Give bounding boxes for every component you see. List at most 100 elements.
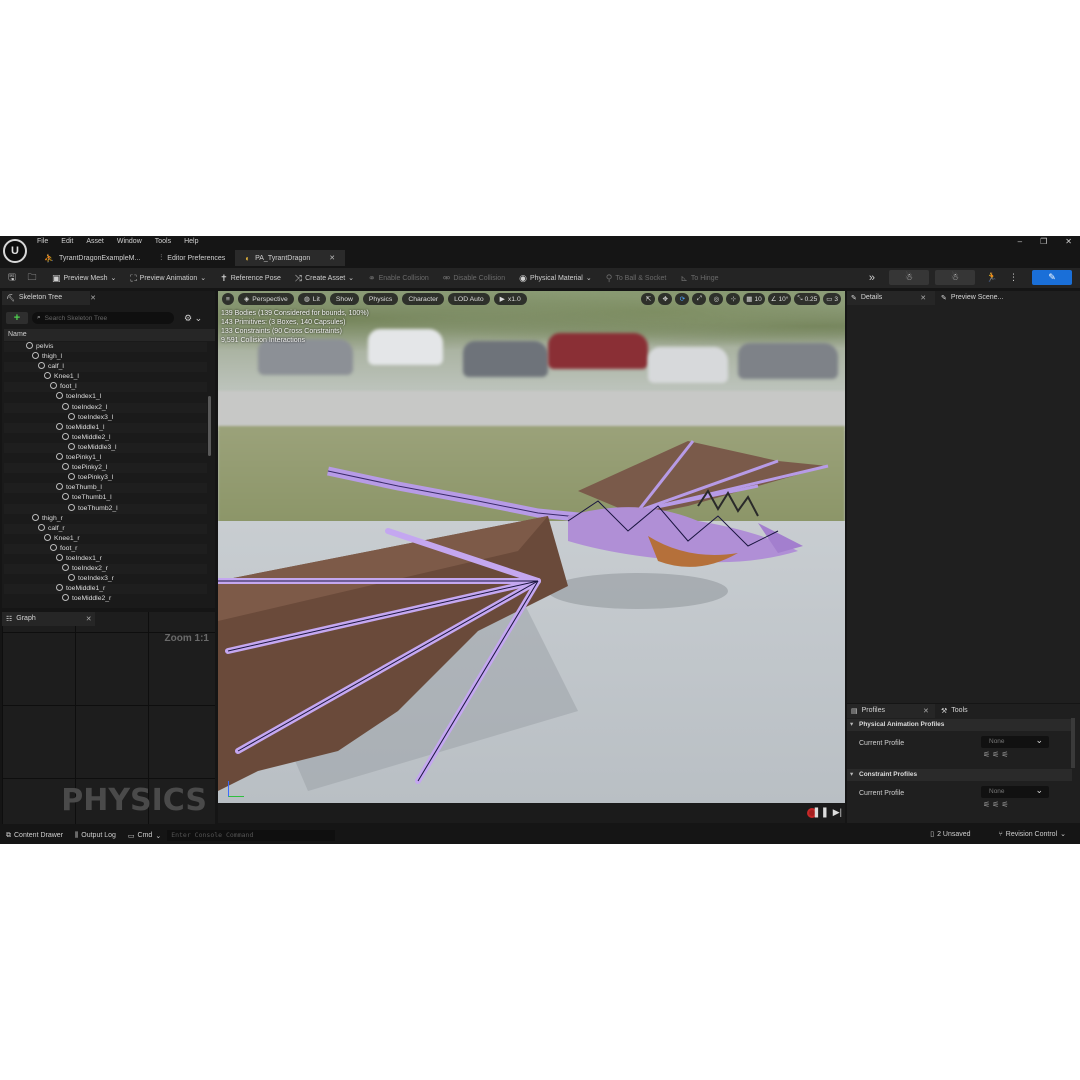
close-panel-icon[interactable]: ✕ bbox=[923, 707, 929, 715]
profile-action-icons[interactable]: ⚟⚟⚟ bbox=[983, 750, 1011, 759]
close-panel-icon[interactable]: ✕ bbox=[86, 615, 92, 623]
scale-icon[interactable]: ⤢ bbox=[692, 293, 707, 305]
console-input[interactable]: Enter Console Command bbox=[167, 830, 336, 841]
to-hinge-button[interactable]: ⊾ To Hinge bbox=[680, 273, 718, 284]
tree-row[interactable]: Knee1_l bbox=[4, 372, 207, 382]
physical-material-button[interactable]: ◉ Physical Material ⌄ bbox=[519, 273, 592, 284]
skeleton-mode-button[interactable]: ☃ bbox=[889, 270, 929, 285]
tree-row[interactable]: toePinky2_l bbox=[4, 463, 207, 474]
gear-icon[interactable]: ⚙ ⌄ bbox=[184, 313, 202, 324]
tree-row[interactable]: toeIndex3_l bbox=[4, 412, 207, 423]
grid-snap-button[interactable]: ▦ 10 bbox=[743, 293, 765, 305]
tree-row[interactable]: thigh_l bbox=[4, 352, 207, 362]
tree-row[interactable]: toeIndex1_l bbox=[4, 392, 207, 402]
tree-row[interactable]: toeMiddle2_l bbox=[4, 432, 207, 443]
dragon-mesh[interactable] bbox=[218, 291, 845, 803]
graph-tab[interactable]: ☷ Graph ✕ bbox=[2, 612, 96, 625]
reference-pose-button[interactable]: ✝ Reference Pose bbox=[220, 273, 281, 284]
pause-icon[interactable]: ❚❚ bbox=[812, 807, 829, 818]
tree-row[interactable]: toeThumb1_l bbox=[4, 493, 207, 503]
tree-row[interactable]: calf_l bbox=[4, 362, 207, 373]
output-log-button[interactable]: ⫼ Output Log bbox=[75, 832, 116, 840]
tree-row[interactable]: toeMiddle3_l bbox=[4, 442, 207, 454]
tree-row[interactable]: toeIndex2_l bbox=[4, 402, 207, 413]
perspective-button[interactable]: ◈ Perspective bbox=[238, 293, 294, 305]
doc-tab-tyrant-dragon-example[interactable]: ⛹ TyrantDragonExampleM... bbox=[34, 250, 150, 266]
tree-row[interactable]: Knee1_r bbox=[4, 533, 207, 544]
menu-window[interactable]: Window bbox=[117, 238, 142, 245]
tools-tab[interactable]: ⚒ Tools bbox=[937, 704, 972, 717]
profiles-tab[interactable]: ▤ Profiles ✕ bbox=[847, 704, 933, 717]
animation-mode-button[interactable]: 🏃 bbox=[981, 270, 1003, 285]
preview-animation-button[interactable]: ⛶ Preview Animation ⌄ bbox=[130, 273, 206, 284]
tree-row[interactable]: foot_r bbox=[4, 543, 207, 554]
add-socket-button[interactable]: + bbox=[6, 312, 28, 324]
minimize-icon[interactable]: – bbox=[1018, 237, 1022, 246]
physical-animation-profile-dropdown[interactable]: None bbox=[981, 734, 1049, 748]
graph-panel[interactable]: ☷ Graph ✕ Zoom 1:1 PHYSICS bbox=[2, 612, 215, 824]
lod-button[interactable]: LOD Auto bbox=[448, 293, 490, 305]
constraint-profile-dropdown[interactable]: None bbox=[981, 784, 1049, 798]
rotate-icon[interactable]: ⟳ bbox=[675, 293, 690, 305]
translate-icon[interactable]: ✥ bbox=[658, 293, 673, 305]
profiles-scrollbar[interactable] bbox=[1071, 718, 1075, 768]
menu-asset[interactable]: Asset bbox=[86, 238, 104, 245]
menu-help[interactable]: Help bbox=[184, 238, 198, 245]
tree-row[interactable]: calf_r bbox=[4, 523, 207, 534]
lit-button[interactable]: ◍ Lit bbox=[297, 293, 326, 305]
tree-row[interactable]: foot_l bbox=[4, 382, 207, 393]
tree-row[interactable]: toeMiddle1_l bbox=[4, 422, 207, 433]
preview-scene-tab[interactable]: ✎ Preview Scene... bbox=[937, 291, 1007, 304]
step-forward-icon[interactable]: ▶| bbox=[833, 807, 842, 818]
preview-mesh-button[interactable]: ▣ Preview Mesh ⌄ bbox=[52, 273, 116, 284]
menu-file[interactable]: File bbox=[37, 238, 48, 245]
tree-scrollbar[interactable] bbox=[208, 396, 211, 456]
scale-snap-button[interactable]: ⤡ 0.25 bbox=[794, 293, 821, 305]
details-tab[interactable]: ✎ Details ✕ bbox=[847, 291, 930, 304]
mesh-mode-button[interactable]: ☃ bbox=[935, 270, 975, 285]
disable-collision-button[interactable]: ⚮ Disable Collision bbox=[443, 273, 505, 284]
tree-row[interactable]: toeIndex3_r bbox=[4, 574, 207, 584]
cmd-button[interactable]: ▭ Cmd ⌄ bbox=[128, 832, 161, 840]
profile-action-icons[interactable]: ⚟⚟⚟ bbox=[983, 800, 1011, 809]
constraint-profiles-section[interactable]: Constraint Profiles bbox=[847, 769, 1072, 781]
menu-tools[interactable]: Tools bbox=[155, 238, 171, 245]
skeleton-tree-tab[interactable]: ⛏ Skeleton Tree ✕ bbox=[2, 291, 100, 304]
show-button[interactable]: Show bbox=[329, 293, 359, 305]
maximize-icon[interactable]: ❐ bbox=[1040, 237, 1047, 246]
create-asset-button[interactable]: ⤨ Create Asset ⌄ bbox=[295, 273, 354, 284]
tree-row[interactable]: toePinky3_l bbox=[4, 473, 207, 483]
viewport-options-button[interactable]: ≡ bbox=[222, 293, 234, 305]
camera-speed-button[interactable]: ▭ 3 bbox=[823, 293, 841, 305]
world-local-icon[interactable]: ◎ bbox=[709, 293, 724, 305]
tree-row[interactable]: toeIndex1_r bbox=[4, 553, 207, 564]
tree-row[interactable]: toePinky1_l bbox=[4, 453, 207, 463]
physical-animation-profiles-section[interactable]: Physical Animation Profiles bbox=[847, 719, 1072, 731]
doc-tab-pa-tyrant-dragon[interactable]: ◐ PA_TyrantDragon ✕ bbox=[235, 250, 346, 266]
tree-row[interactable]: thigh_r bbox=[4, 513, 207, 524]
surface-snap-icon[interactable]: ⊹ bbox=[726, 293, 741, 305]
content-drawer-button[interactable]: ⧉ Content Drawer bbox=[6, 832, 63, 840]
tree-row[interactable]: toeIndex2_r bbox=[4, 564, 207, 575]
menu-edit[interactable]: Edit bbox=[61, 238, 73, 245]
select-icon[interactable]: ⇱ bbox=[641, 293, 656, 305]
tree-row[interactable]: toeThumb2_l bbox=[4, 503, 207, 514]
physics-menu-button[interactable]: Physics bbox=[362, 293, 399, 305]
to-ball-socket-button[interactable]: ⚲ To Ball & Socket bbox=[606, 273, 667, 284]
more-options-icon[interactable]: ⋮ bbox=[1009, 272, 1018, 283]
tree-row[interactable]: toeThumb_l bbox=[4, 483, 207, 494]
enable-collision-button[interactable]: ⚭ Enable Collision bbox=[368, 273, 429, 284]
doc-tab-editor-preferences[interactable]: ⫶ Editor Preferences bbox=[150, 250, 235, 266]
browse-icon[interactable]: 🗀 bbox=[24, 271, 40, 285]
save-icon[interactable]: 🖫 bbox=[4, 271, 20, 285]
physics-mode-button[interactable]: ✎ bbox=[1032, 270, 1072, 285]
close-icon[interactable]: ✕ bbox=[1065, 237, 1072, 246]
unreal-logo-icon[interactable]: U bbox=[3, 239, 27, 263]
play-speed-button[interactable]: ▶ x1.0 bbox=[493, 293, 527, 305]
tree-row[interactable]: toeMiddle1_r bbox=[4, 584, 207, 595]
skeleton-search-input[interactable]: ⌕ Search Skeleton Tree bbox=[32, 312, 174, 324]
revision-control-button[interactable]: ⑂ Revision Control ⌄ bbox=[999, 830, 1066, 839]
unsaved-button[interactable]: ▯ 2 Unsaved bbox=[930, 830, 970, 839]
close-panel-icon[interactable]: ✕ bbox=[920, 294, 926, 302]
rotation-snap-button[interactable]: ∠ 10° bbox=[767, 293, 792, 305]
